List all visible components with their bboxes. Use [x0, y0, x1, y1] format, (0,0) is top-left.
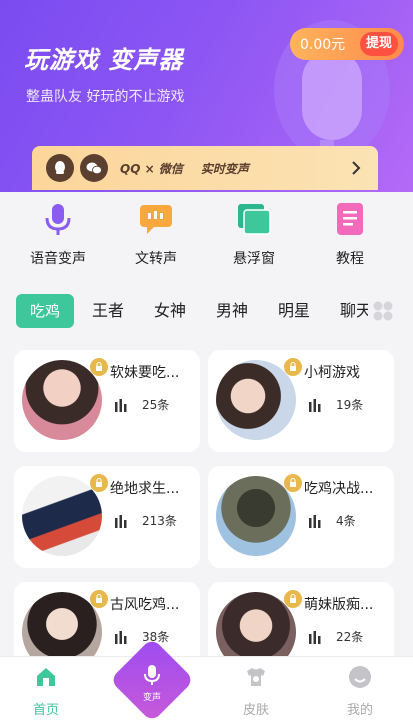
- avatar: [22, 360, 102, 440]
- microphone-icon: [41, 202, 75, 236]
- category-tabs: 吃鸡 王者 女神 男神 明星 聊天: [0, 294, 413, 328]
- microphone-icon: [144, 665, 160, 685]
- grid-icon[interactable]: [372, 300, 394, 322]
- tab-celebrity[interactable]: 明星: [278, 294, 310, 328]
- card-stats: 4条: [308, 512, 356, 529]
- tshirt-icon: [247, 668, 265, 686]
- sound-bars-icon: [309, 398, 321, 412]
- card-stats: 19条: [308, 396, 363, 413]
- feature-label: 教程: [336, 251, 364, 267]
- lock-icon: [284, 590, 302, 608]
- avatar: [22, 476, 102, 556]
- card-title: 绝地求生...: [110, 481, 180, 497]
- tab-king[interactable]: 王者: [92, 294, 124, 328]
- card-title: 小柯游戏: [304, 365, 360, 381]
- card-count: 213条: [142, 514, 177, 528]
- avatar: [216, 476, 296, 556]
- card-stats: 22条: [308, 628, 363, 645]
- feature-tutorial[interactable]: 教程: [310, 202, 390, 268]
- sound-bars-icon: [309, 514, 321, 528]
- feature-voice-change[interactable]: 语音变声: [18, 202, 98, 268]
- tab-chat[interactable]: 聊天: [340, 294, 368, 328]
- chevron-right-icon: [352, 161, 361, 175]
- nav-home[interactable]: 首页: [16, 665, 76, 718]
- card-count: 19条: [336, 398, 364, 412]
- card-title: 软妹要吃...: [110, 365, 180, 381]
- lock-icon: [90, 358, 108, 376]
- nav-label: 我的: [346, 703, 373, 718]
- balance-pill[interactable]: 0.00元 提现: [290, 28, 404, 60]
- card-stats: 25条: [114, 396, 169, 413]
- banner-highlight: 实时变声: [200, 161, 249, 176]
- document-icon: [333, 202, 367, 236]
- tab-goddess[interactable]: 女神: [154, 294, 186, 328]
- feature-label: 文转声: [135, 251, 177, 267]
- sound-bars-icon: [115, 398, 127, 412]
- lock-icon: [90, 474, 108, 492]
- voice-pack-card[interactable]: 绝地求生... 213条: [14, 466, 200, 568]
- lock-icon: [90, 590, 108, 608]
- app-subtitle: 整蛊队友 好玩的不止游戏: [26, 89, 185, 105]
- voice-pack-card[interactable]: 小柯游戏 19条: [208, 350, 394, 452]
- sound-bars-icon: [115, 514, 127, 528]
- qq-icon: [46, 154, 74, 182]
- feature-label: 悬浮窗: [233, 251, 275, 267]
- card-title: 吃鸡决战...: [304, 481, 374, 497]
- card-title: 古风吃鸡...: [110, 597, 180, 613]
- nav-skin[interactable]: 皮肤: [226, 665, 286, 718]
- tab-male-god[interactable]: 男神: [216, 294, 248, 328]
- home-icon: [37, 668, 55, 686]
- bottom-nav: 首页 皮肤 我的: [0, 656, 413, 720]
- card-stats: 213条: [114, 512, 177, 529]
- feature-text-to-speech[interactable]: 文转声: [116, 202, 196, 268]
- withdraw-button[interactable]: 提现: [359, 32, 398, 56]
- voice-pack-card[interactable]: 吃鸡决战... 4条: [208, 466, 394, 568]
- window-icon: [237, 202, 271, 236]
- feature-row: 语音变声 文转声 悬浮窗 教程: [0, 192, 413, 280]
- nav-mine[interactable]: 我的: [330, 665, 390, 718]
- center-label: 变声: [142, 693, 161, 703]
- card-count: 4条: [336, 514, 356, 528]
- text-bubble-icon: [139, 202, 173, 236]
- sound-bars-icon: [309, 630, 321, 644]
- balance-value: 0.00元: [300, 37, 346, 53]
- card-count: 25条: [142, 398, 170, 412]
- tab-chicken[interactable]: 吃鸡: [16, 294, 75, 328]
- avatar: [216, 360, 296, 440]
- app-title: 玩游戏 变声器: [24, 46, 184, 74]
- sound-bars-icon: [115, 630, 127, 644]
- card-title: 萌妹版痴...: [304, 597, 374, 613]
- feature-floating-window[interactable]: 悬浮窗: [214, 202, 294, 268]
- nav-label: 首页: [32, 703, 59, 718]
- card-count: 22条: [336, 630, 364, 644]
- banner-text: QQ × 微信: [120, 161, 183, 176]
- voice-pack-card[interactable]: 软妹要吃... 25条: [14, 350, 200, 452]
- wechat-icon: [80, 154, 108, 182]
- card-stats: 38条: [114, 628, 169, 645]
- smile-face-icon: [349, 666, 371, 688]
- center-button-content: 变声: [135, 664, 169, 703]
- lock-icon: [284, 358, 302, 376]
- lock-icon: [284, 474, 302, 492]
- feature-label: 语音变声: [30, 251, 86, 267]
- realtime-voice-banner[interactable]: QQ × 微信 实时变声: [32, 146, 378, 190]
- nav-label: 皮肤: [242, 703, 269, 718]
